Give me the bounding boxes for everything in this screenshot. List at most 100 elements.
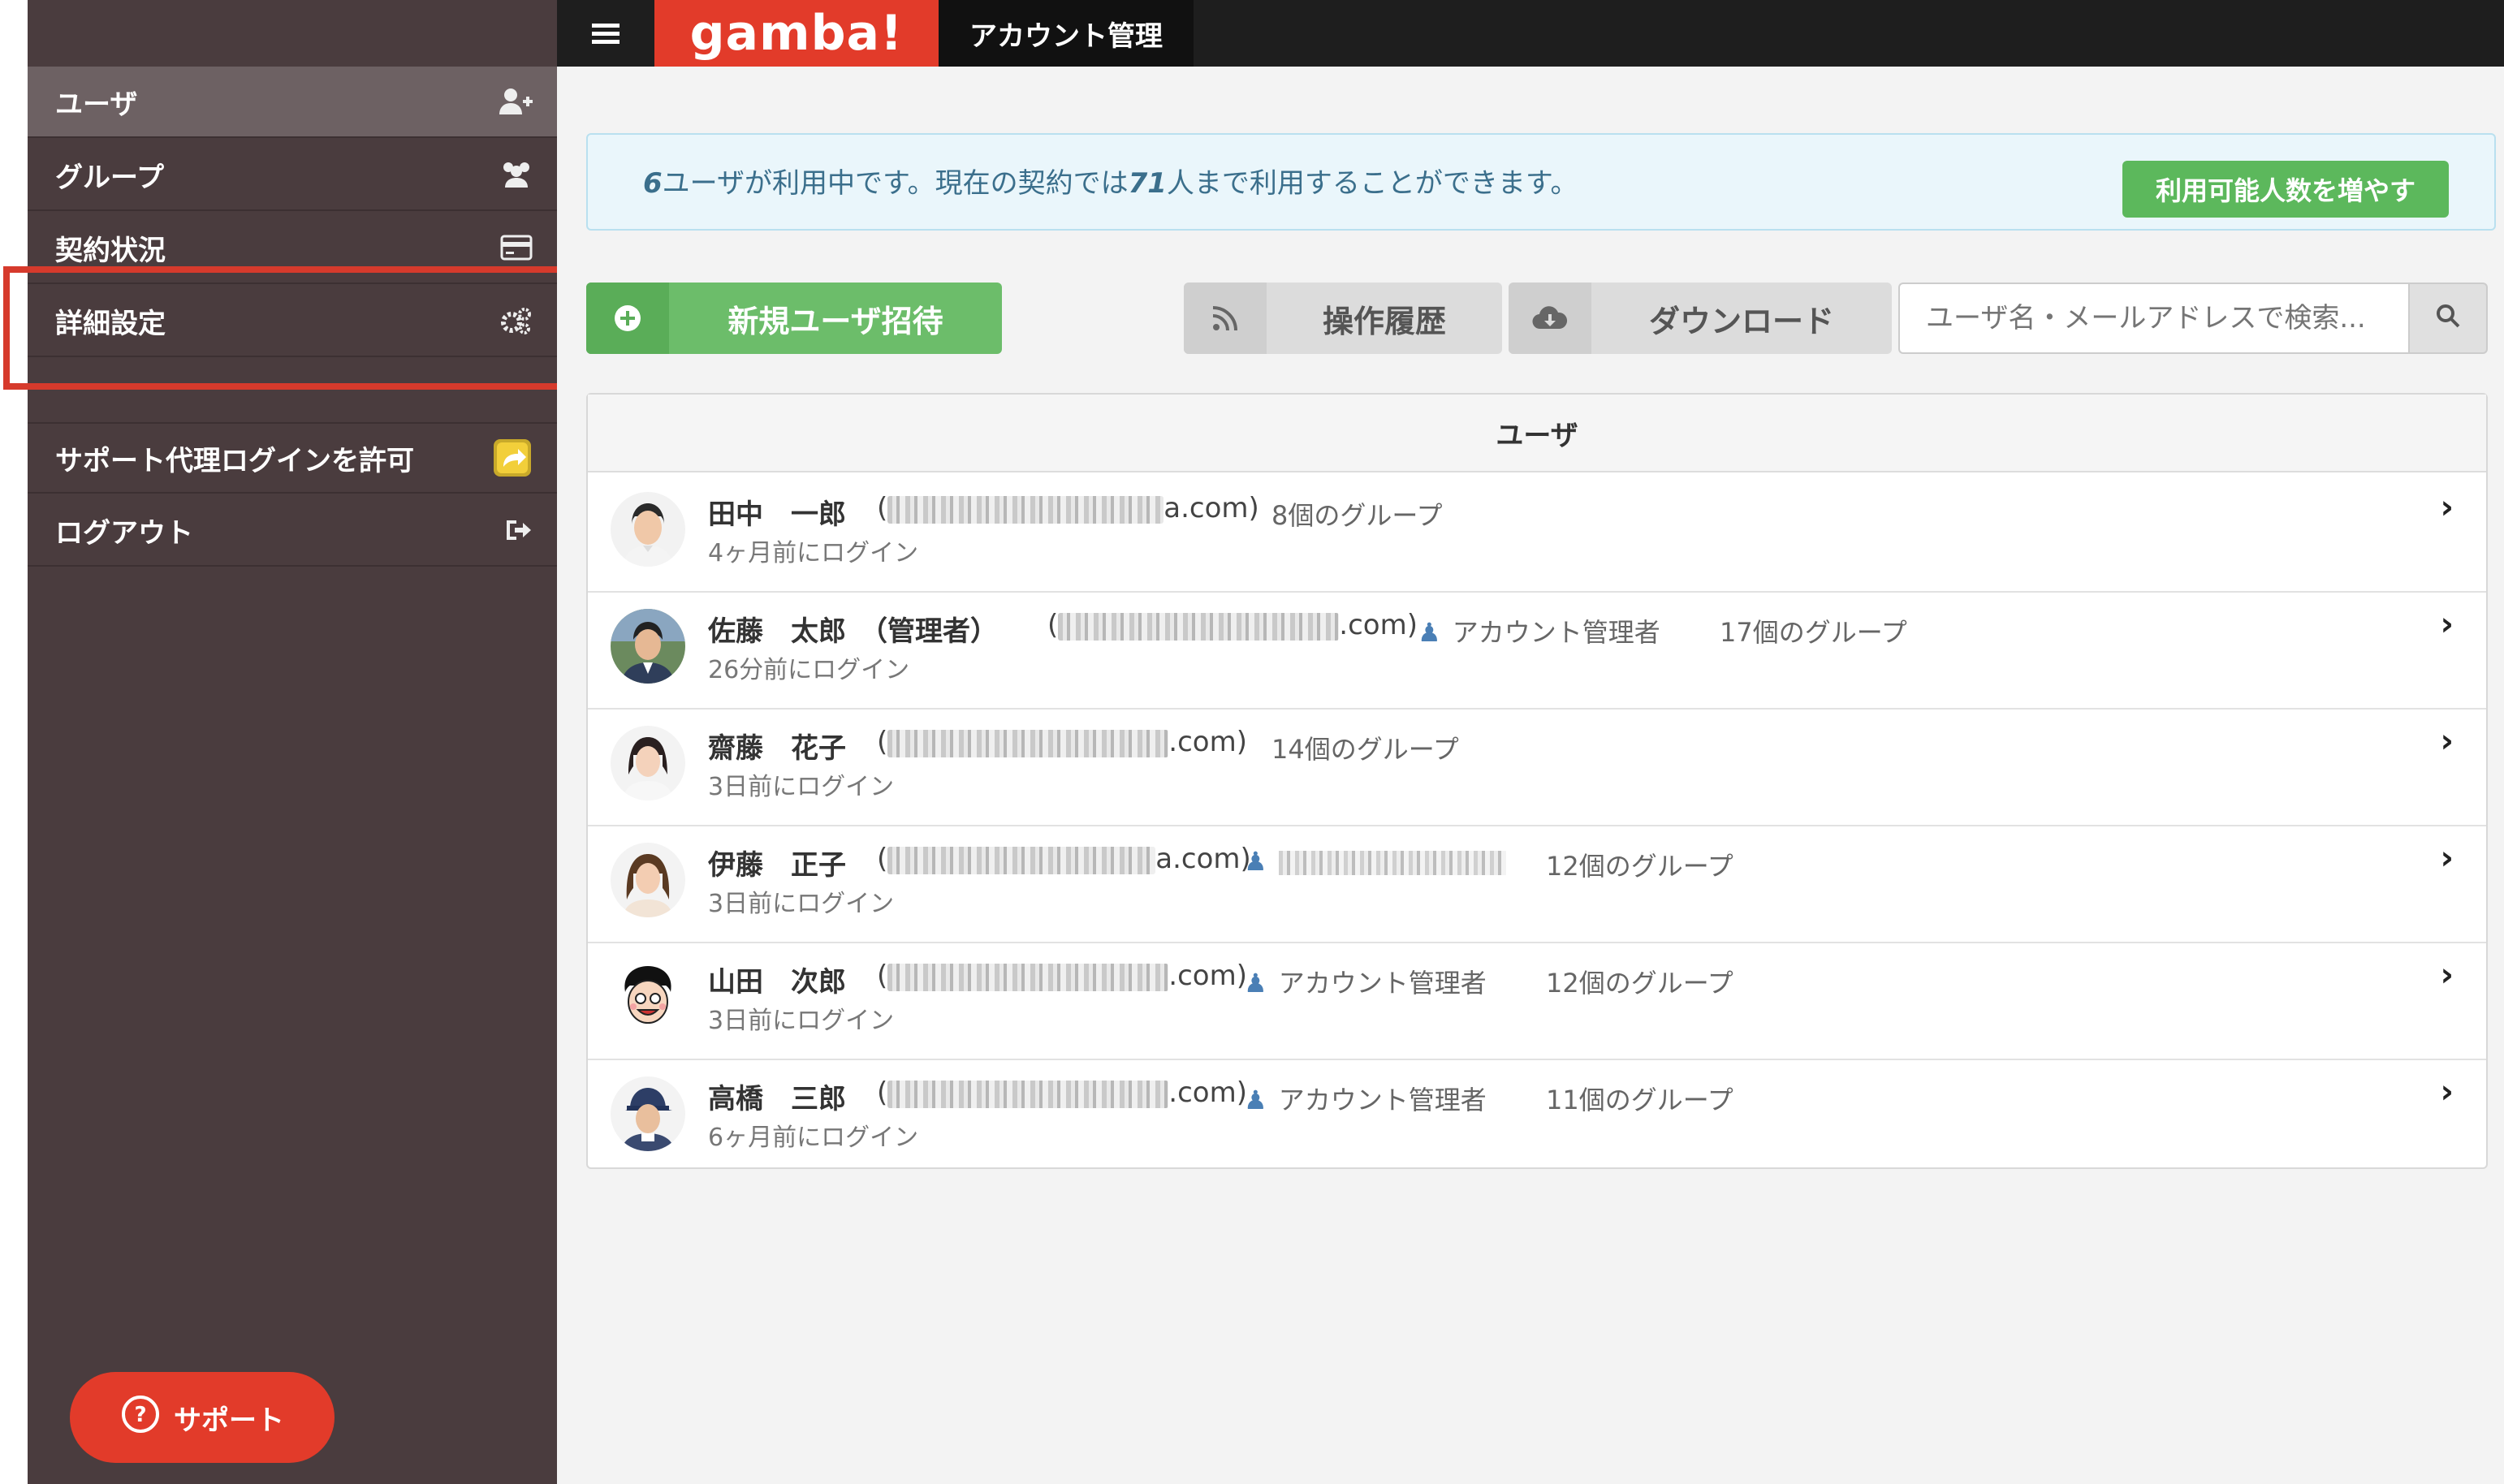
admin-icon: ♟ bbox=[1244, 846, 1267, 877]
group-count: 12個のグループ bbox=[1546, 968, 1733, 999]
user-email: (.com) bbox=[877, 726, 1247, 758]
search-group bbox=[1898, 283, 2488, 354]
admin-icon: ♟ bbox=[1244, 1085, 1267, 1115]
user-role: ♟ bbox=[1244, 846, 1506, 877]
hamburger-icon[interactable] bbox=[557, 0, 654, 67]
user-list-panel: ユーザ 田中 一郎 (a.com) 8個のグループ 4ヶ月前にログイン › 佐藤… bbox=[586, 393, 2488, 1169]
left-margin bbox=[0, 0, 28, 1484]
user-role: ♟ アカウント管理者 bbox=[1244, 1080, 1487, 1117]
support-button-label: サポート bbox=[174, 1404, 284, 1437]
sidebar-item-users[interactable]: ユーザ bbox=[28, 67, 557, 138]
support-button[interactable]: ? サポート bbox=[70, 1372, 335, 1463]
avatar bbox=[611, 1076, 685, 1151]
cloud-download-icon bbox=[1509, 283, 1591, 354]
user-email: (.com) bbox=[1047, 609, 1418, 641]
highlight-annotation bbox=[3, 266, 585, 390]
user-name: 山田 次郎 bbox=[708, 966, 846, 999]
avatar bbox=[611, 726, 685, 800]
plus-circle-icon bbox=[586, 283, 669, 354]
search-input[interactable] bbox=[1898, 283, 2408, 354]
sidebar-item-label: サポート代理ログインを許可 bbox=[55, 444, 414, 477]
user-limit: 71 bbox=[1128, 167, 1167, 200]
user-name: 齋藤 花子 bbox=[708, 732, 846, 765]
help-icon: ? bbox=[120, 1394, 161, 1442]
info-text-end: 人まで利用することができます。 bbox=[1166, 167, 1578, 200]
user-add-icon bbox=[499, 87, 533, 116]
avatar bbox=[611, 960, 685, 1034]
info-text: 6ユーザが利用中です。現在の契約では71人まで利用することができます。 bbox=[643, 161, 1578, 201]
download-button[interactable]: ダウンロード bbox=[1509, 283, 1892, 354]
user-row[interactable]: 伊藤 正子 (a.com) ♟ 12個のグループ 3日前にログイン › bbox=[588, 825, 2486, 943]
group-count: 17個のグループ bbox=[1720, 617, 1907, 648]
avatar bbox=[611, 492, 685, 567]
user-role: ♟ アカウント管理者 bbox=[1244, 963, 1487, 1000]
user-email: (a.com) bbox=[877, 492, 1259, 524]
user-email-suffix: .com) bbox=[1168, 726, 1247, 758]
history-button-label: 操作履歴 bbox=[1322, 303, 1446, 339]
sidebar: ユーザ グループ 契約状況 詳細設定 サポート代理ログインを許可 ログアウト bbox=[28, 0, 557, 1484]
sidebar-item-logout[interactable]: ログアウト bbox=[28, 495, 557, 567]
user-email: (.com) bbox=[877, 960, 1247, 992]
group-count: 8個のグループ bbox=[1271, 500, 1443, 531]
user-row[interactable]: 田中 一郎 (a.com) 8個のグループ 4ヶ月前にログイン › bbox=[588, 474, 2486, 593]
invite-button-label: 新規ユーザ招待 bbox=[727, 303, 943, 339]
user-email: (a.com) bbox=[877, 843, 1251, 875]
invite-user-button[interactable]: 新規ユーザ招待 bbox=[586, 283, 1002, 354]
last-login: 3日前にログイン bbox=[708, 1007, 895, 1035]
sidebar-item-label: ログアウト bbox=[55, 516, 193, 550]
user-role-label: アカウント管理者 bbox=[1452, 617, 1660, 648]
user-role-label: アカウント管理者 bbox=[1278, 1085, 1487, 1115]
tab-account-management[interactable]: アカウント管理 bbox=[939, 0, 1194, 67]
sign-out-icon bbox=[503, 517, 533, 543]
user-row[interactable]: 佐藤 太郎 （管理者） (.com) ♟ アカウント管理者 17個のグループ 26… bbox=[588, 591, 2486, 710]
user-email-suffix: a.com) bbox=[1155, 843, 1251, 875]
group-count: 14個のグループ bbox=[1271, 734, 1459, 765]
svg-text:?: ? bbox=[134, 1403, 146, 1427]
user-role: ♟ アカウント管理者 bbox=[1418, 612, 1660, 649]
group-count: 12個のグループ bbox=[1546, 851, 1733, 882]
user-email: (.com) bbox=[877, 1076, 1247, 1109]
user-row[interactable]: 齋藤 花子 (.com) 14個のグループ 3日前にログイン › bbox=[588, 708, 2486, 826]
last-login: 3日前にログイン bbox=[708, 890, 895, 918]
rss-icon bbox=[1184, 283, 1267, 354]
sidebar-item-allow-support-login[interactable]: サポート代理ログインを許可 bbox=[28, 422, 557, 494]
users-icon bbox=[500, 160, 533, 189]
chevron-right-icon[interactable]: › bbox=[2441, 489, 2454, 526]
admin-icon: ♟ bbox=[1244, 968, 1267, 999]
user-email-suffix: .com) bbox=[1339, 609, 1418, 641]
top-bar: gamba! アカウント管理 bbox=[557, 0, 2504, 67]
user-row[interactable]: 山田 次郎 (.com) ♟ アカウント管理者 12個のグループ 3日前にログイン… bbox=[588, 942, 2486, 1060]
search-icon bbox=[2435, 300, 2461, 336]
user-name: 伊藤 正子 bbox=[708, 849, 846, 882]
credit-card-icon bbox=[500, 235, 533, 261]
admin-icon: ♟ bbox=[1418, 617, 1441, 648]
sidebar-item-label: グループ bbox=[55, 161, 164, 194]
download-button-label: ダウンロード bbox=[1648, 303, 1834, 339]
sidebar-item-label: 契約状況 bbox=[55, 234, 166, 267]
user-row[interactable]: 高橋 三郎 (.com) ♟ アカウント管理者 11個のグループ 6ヶ月前にログイ… bbox=[588, 1059, 2486, 1176]
group-count: 11個のグループ bbox=[1546, 1085, 1733, 1115]
chevron-right-icon[interactable]: › bbox=[2441, 956, 2454, 994]
chevron-right-icon[interactable]: › bbox=[2441, 723, 2454, 760]
user-name: 佐藤 太郎 （管理者） bbox=[708, 615, 998, 648]
avatar bbox=[611, 843, 685, 917]
operation-history-button[interactable]: 操作履歴 bbox=[1184, 283, 1502, 354]
search-button[interactable] bbox=[2408, 283, 2488, 354]
logo[interactable]: gamba! bbox=[654, 0, 939, 67]
info-text-middle: ユーザが利用中です。現在の契約では bbox=[662, 167, 1129, 200]
user-count: 6 bbox=[643, 167, 663, 200]
sidebar-item-groups[interactable]: グループ bbox=[28, 140, 557, 211]
last-login: 6ヶ月前にログイン bbox=[708, 1124, 919, 1152]
user-email-suffix: .com) bbox=[1168, 960, 1247, 992]
increase-seats-button[interactable]: 利用可能人数を増やす bbox=[2122, 161, 2449, 218]
last-login: 3日前にログイン bbox=[708, 773, 895, 801]
chevron-right-icon[interactable]: › bbox=[2441, 606, 2454, 643]
chevron-right-icon[interactable]: › bbox=[2441, 1073, 2454, 1111]
user-email-suffix: .com) bbox=[1168, 1076, 1247, 1109]
sidebar-item-label: ユーザ bbox=[55, 88, 138, 121]
user-role-label: アカウント管理者 bbox=[1278, 968, 1487, 999]
avatar bbox=[611, 609, 685, 684]
chevron-right-icon[interactable]: › bbox=[2441, 839, 2454, 877]
last-login: 26分前にログイン bbox=[708, 656, 910, 684]
user-name: 田中 一郎 bbox=[708, 498, 846, 531]
